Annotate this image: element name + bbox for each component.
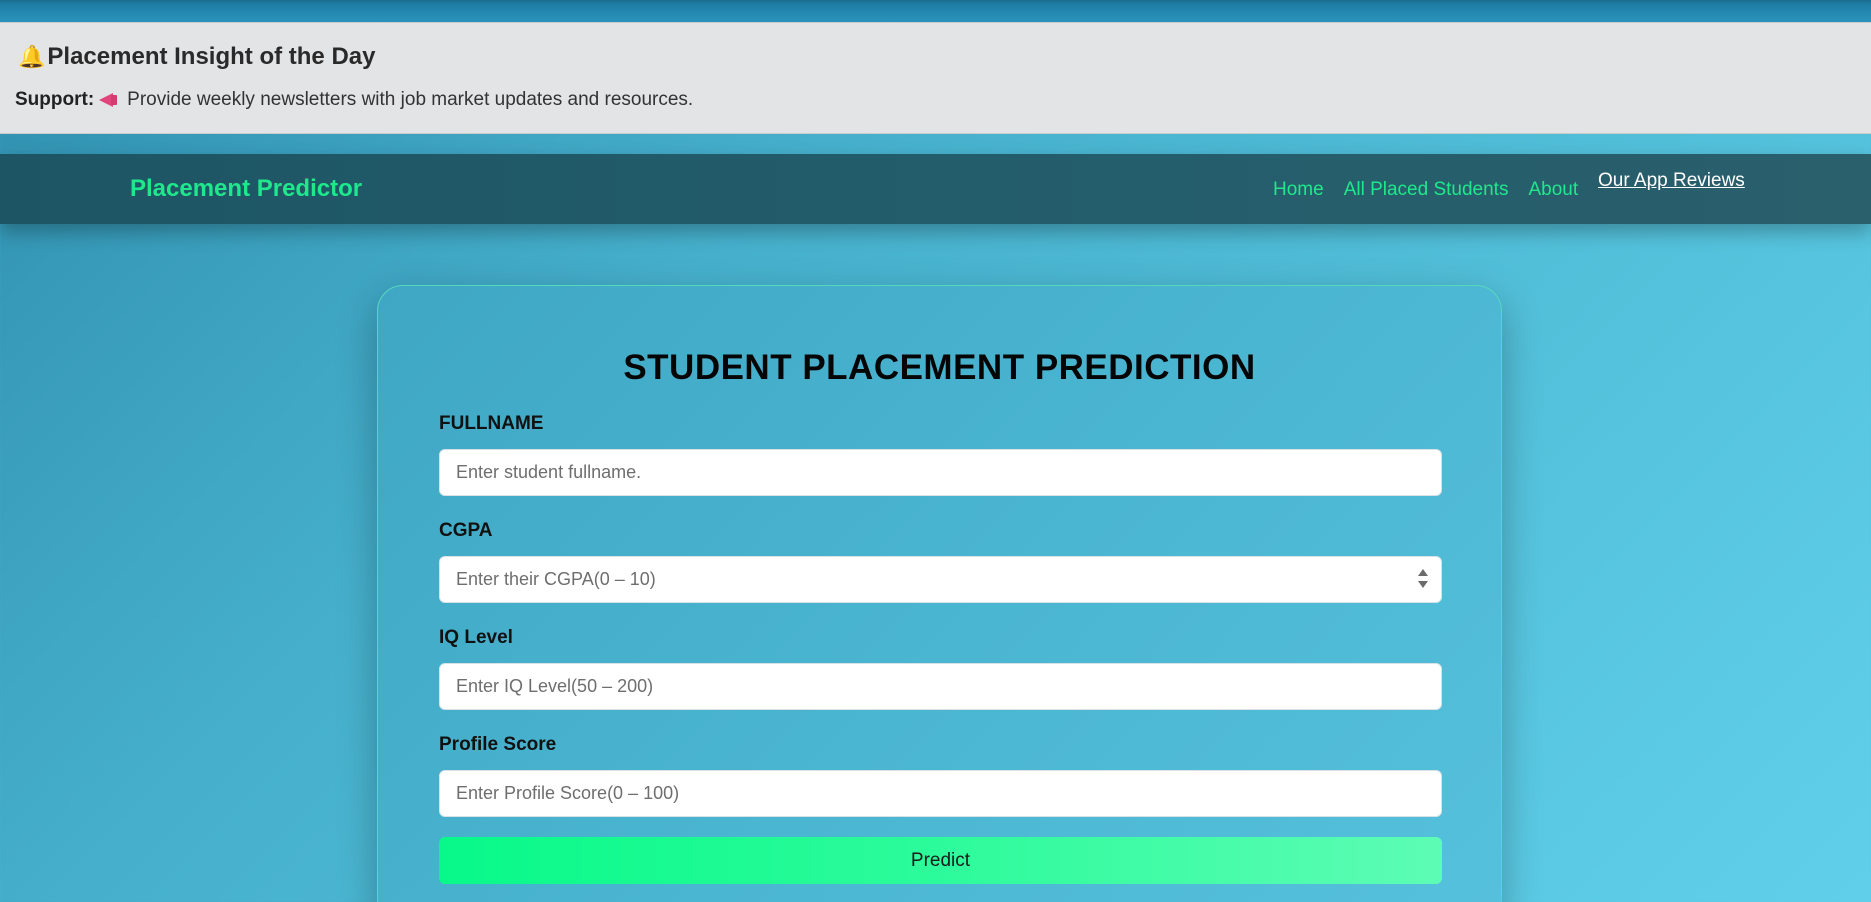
- predict-button[interactable]: Predict: [439, 837, 1442, 884]
- iq-level-label: IQ Level: [439, 627, 513, 648]
- nav-links: Home All Placed Students About: [1273, 179, 1598, 201]
- iq-level-input[interactable]: [439, 663, 1442, 710]
- profile-score-label: Profile Score: [439, 734, 557, 755]
- megaphone-icon: [97, 92, 119, 108]
- support-label: Support:: [15, 89, 95, 110]
- fullname-input[interactable]: [439, 449, 1442, 496]
- top-stripe: [0, 0, 1871, 22]
- cgpa-input[interactable]: [439, 556, 1442, 603]
- bell-icon: 🔔: [18, 44, 46, 69]
- insight-body: Support: Provide weekly newsletters with…: [15, 89, 693, 111]
- brand-link[interactable]: Placement Predictor: [130, 175, 362, 203]
- nav-link-our-app-reviews[interactable]: Our App Reviews: [1598, 170, 1745, 192]
- insight-title: Placement Insight of the Day: [47, 43, 376, 70]
- profile-score-input[interactable]: [439, 770, 1442, 817]
- cgpa-label: CGPA: [439, 520, 493, 541]
- nav-link-about[interactable]: About: [1528, 179, 1578, 201]
- fullname-label: FULLNAME: [439, 413, 544, 434]
- support-text: Provide weekly newsletters with job mark…: [127, 89, 694, 110]
- number-spinner-icon[interactable]: [1418, 568, 1428, 590]
- insight-banner: 🔔 Placement Insight of the Day Support: …: [0, 22, 1871, 134]
- navbar: Placement Predictor Home All Placed Stud…: [0, 154, 1871, 224]
- prediction-form-card: STUDENT PLACEMENT PREDICTION FULLNAME CG…: [377, 285, 1502, 902]
- form-title: STUDENT PLACEMENT PREDICTION: [623, 348, 1256, 387]
- cgpa-field: [439, 556, 1442, 603]
- nav-link-all-placed-students[interactable]: All Placed Students: [1344, 179, 1509, 201]
- nav-link-home[interactable]: Home: [1273, 179, 1324, 201]
- insight-title-row: 🔔 Placement Insight of the Day: [18, 43, 375, 71]
